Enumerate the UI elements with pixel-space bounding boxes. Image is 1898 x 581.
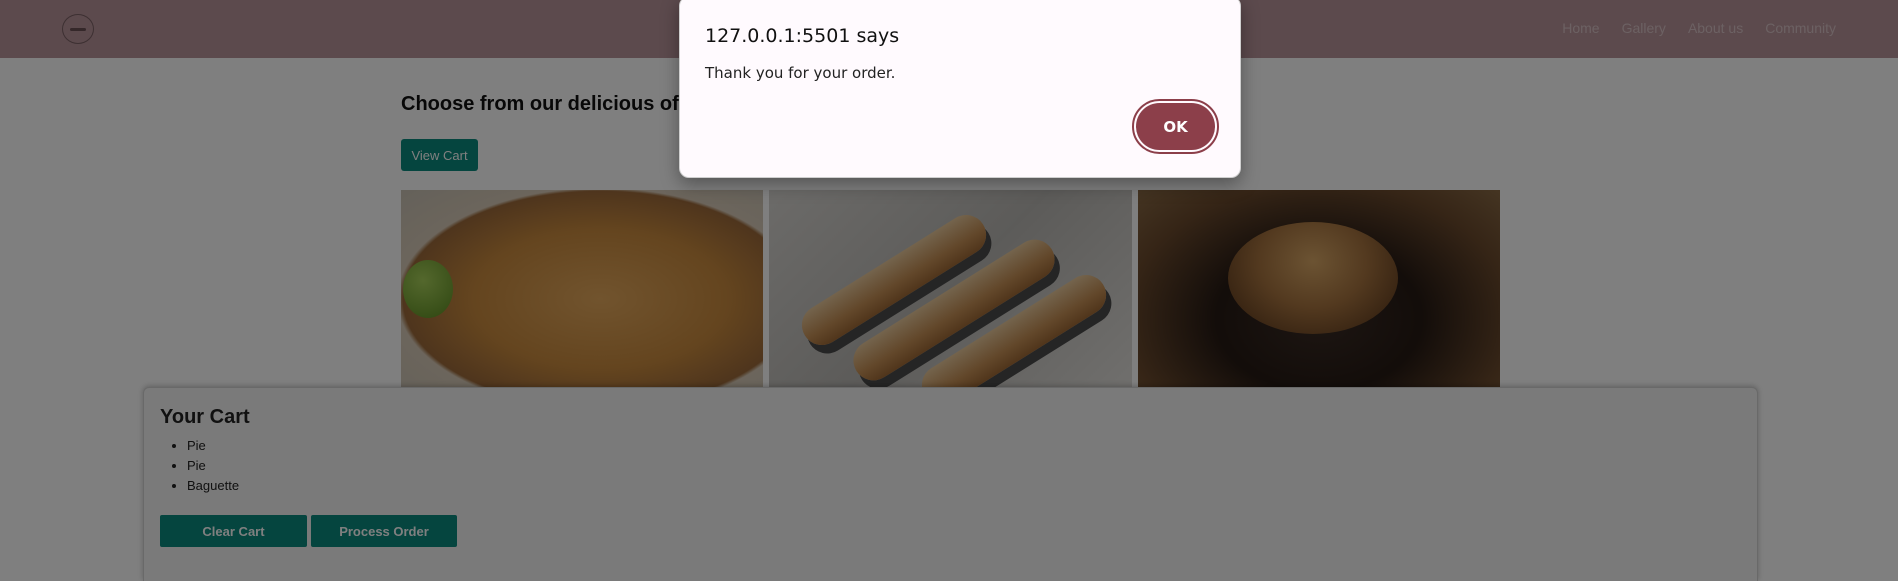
dialog-message: Thank you for your order. xyxy=(705,64,896,82)
ok-focus-ring: OK xyxy=(1132,99,1219,154)
dialog-title: 127.0.0.1:5501 says xyxy=(705,25,900,47)
alert-dialog: 127.0.0.1:5501 says Thank you for your o… xyxy=(679,0,1241,178)
ok-button[interactable]: OK xyxy=(1136,103,1215,150)
